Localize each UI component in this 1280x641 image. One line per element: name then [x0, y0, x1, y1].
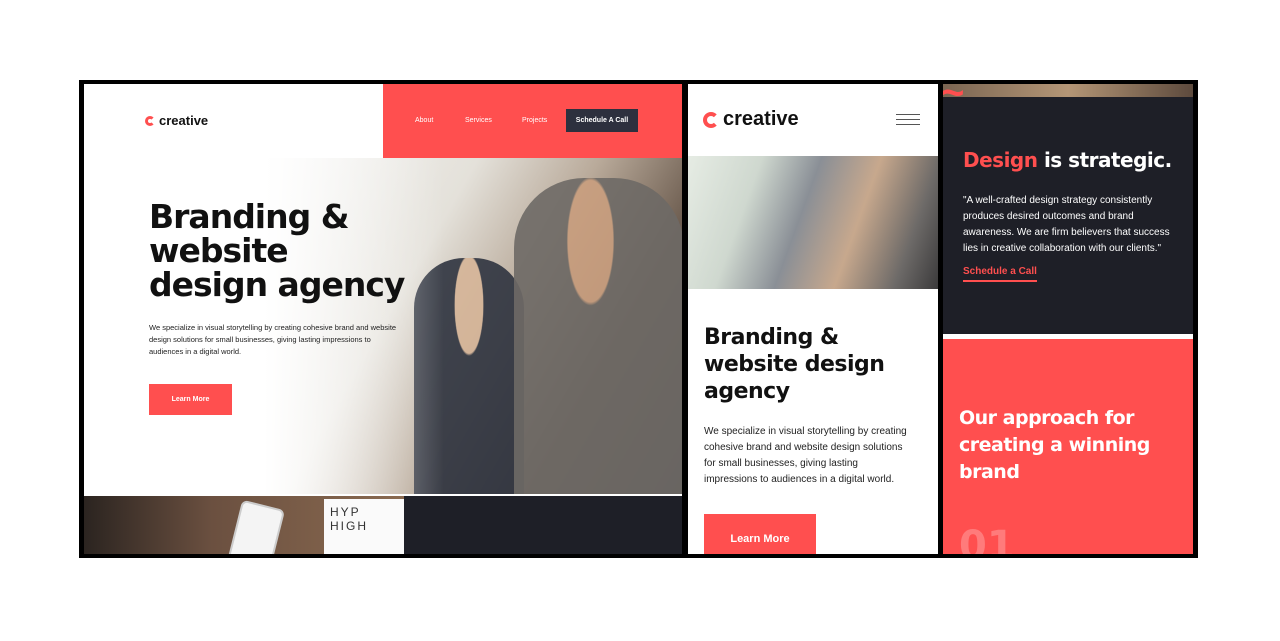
logo-text: creative: [159, 113, 209, 128]
hero-headline: Branding & website design agency: [149, 197, 405, 304]
mobile-description: We specialize in visual storytelling by …: [704, 426, 907, 485]
desktop-mockup: creative About Services Projects Schedul…: [84, 84, 682, 554]
nav-services[interactable]: Services: [465, 117, 492, 124]
mobile-logo[interactable]: creative: [703, 108, 799, 131]
schedule-call-button[interactable]: Schedule A Call: [566, 109, 638, 132]
approach-section: Our approach for creating a winning bran…: [943, 339, 1193, 554]
mobile-learn-more-button[interactable]: Learn More: [704, 514, 816, 554]
hamburger-icon[interactable]: [896, 114, 920, 129]
strategy-quote: "A well-crafted design strategy consiste…: [963, 195, 1170, 254]
approach-number: 01: [959, 523, 1015, 554]
print-card: HYP HIGH: [324, 499, 404, 554]
top-nav: About Services Projects Schedule A Call: [383, 84, 682, 158]
logo-text: creative: [723, 108, 799, 130]
strategy-heading: Design is strategic.: [963, 148, 1172, 172]
nav-about[interactable]: About: [415, 117, 433, 124]
hero-description: We specialize in visual storytelling by …: [149, 323, 397, 356]
logo-icon: [703, 111, 719, 128]
logo-icon: [145, 115, 155, 126]
approach-heading: Our approach for creating a winning bran…: [959, 407, 1150, 483]
schedule-call-link[interactable]: Schedule a Call: [963, 266, 1037, 282]
dark-section: [404, 496, 682, 554]
squiggle-icon: ~: [943, 84, 965, 115]
logo[interactable]: creative: [145, 113, 208, 128]
strategy-heading-rest: is strategic.: [1037, 148, 1172, 172]
hero-person-right: [514, 178, 682, 494]
learn-more-button[interactable]: Learn More: [149, 384, 232, 415]
strategy-mockup: ~ Design is strategic. "A well-crafted d…: [943, 84, 1193, 554]
nav-projects[interactable]: Projects: [522, 117, 547, 124]
showcase-frame: creative About Services Projects Schedul…: [79, 80, 1198, 558]
strategy-heading-accent: Design: [963, 148, 1038, 172]
mobile-hero-photo: [688, 156, 938, 289]
mobile-headline: Branding & website design agency: [704, 325, 885, 404]
top-photo-strip: [943, 84, 1193, 97]
mobile-mockup: creative Branding & website design agenc…: [688, 84, 938, 554]
